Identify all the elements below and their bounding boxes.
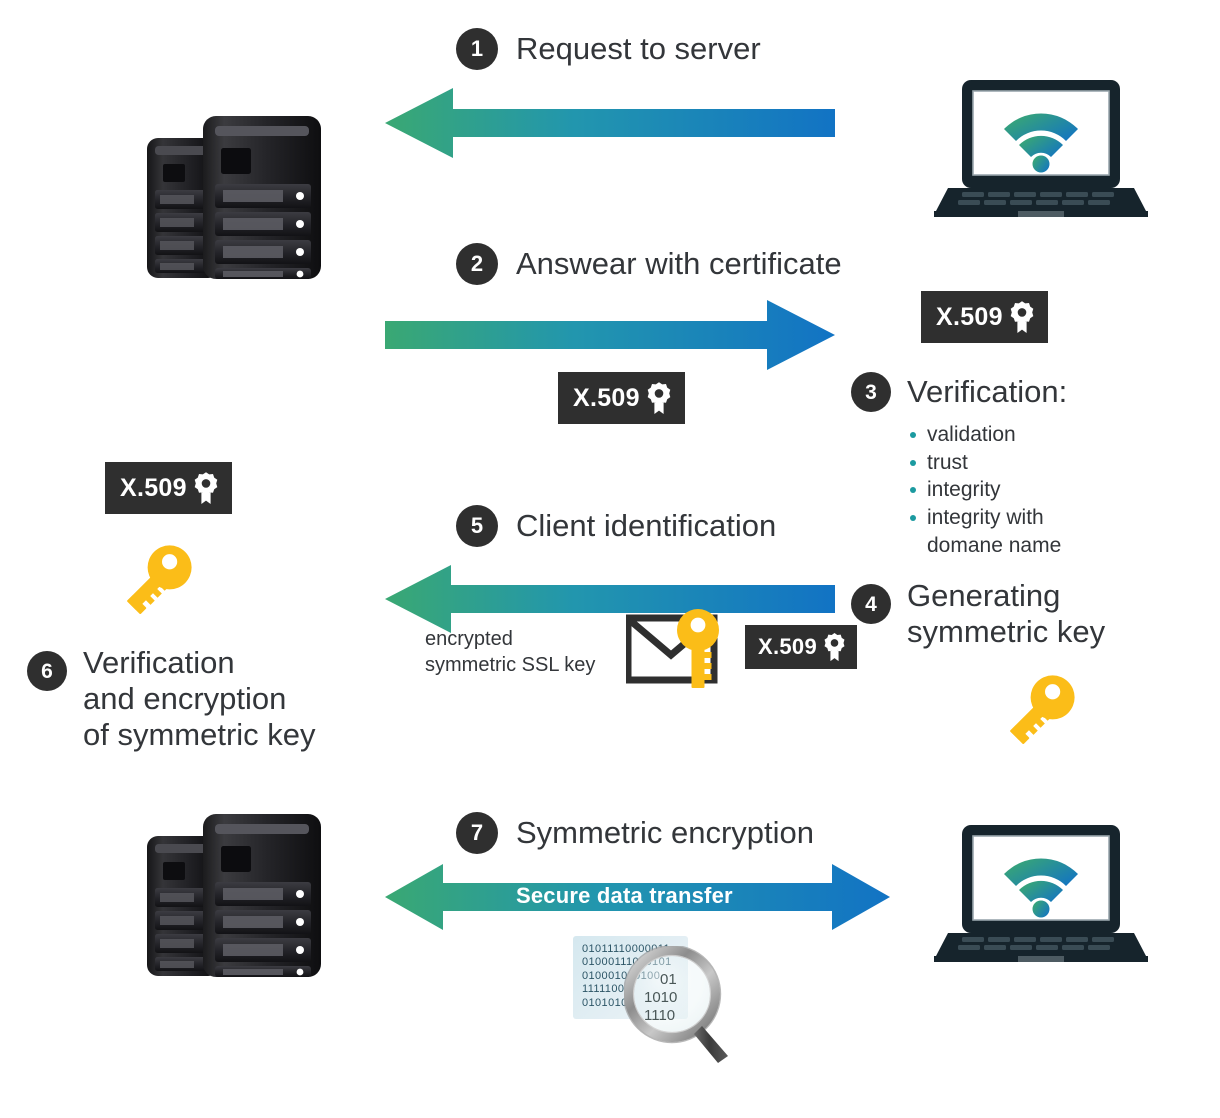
step-2-number: 2	[456, 243, 498, 285]
step-6-number: 6	[27, 651, 67, 691]
step-3-header: 3 Verification:	[851, 372, 1067, 412]
step-3-label: Verification:	[907, 374, 1068, 410]
svg-text:1110: 1110	[644, 1007, 675, 1024]
certificate-label: X.509	[573, 383, 640, 412]
certificate-label: X.509	[936, 302, 1003, 331]
secure-transfer-label: Secure data transfer	[516, 883, 733, 908]
certificate-badge-in-transit: X.509	[558, 372, 685, 424]
step-7-number: 7	[456, 812, 498, 854]
certificate-rosette-icon	[824, 633, 845, 662]
server-stack-bottom	[143, 808, 328, 988]
certificate-rosette-icon	[194, 472, 218, 504]
arrow-client-identification	[385, 565, 835, 633]
arrow-request-to-server	[385, 88, 835, 158]
arrow-answer-with-certificate	[385, 300, 835, 370]
ssl-handshake-diagram: 1 Request to server 2 Answear with certi…	[0, 0, 1220, 1118]
symmetric-key-icon-server	[112, 533, 207, 628]
step-1-header: 1 Request to server	[456, 28, 761, 70]
server-stack-top	[143, 110, 328, 290]
laptop-client-top	[932, 78, 1150, 223]
step-4-number: 4	[851, 584, 891, 624]
certificate-label: X.509	[120, 473, 187, 502]
step-4-label: Generating symmetric key	[907, 578, 1106, 649]
svg-text:1010: 1010	[644, 989, 677, 1006]
encrypted-envelope-icon	[624, 608, 736, 695]
step-6-header: 6 Verification and encryption of symmetr…	[27, 645, 316, 753]
certificate-rosette-icon	[647, 382, 671, 414]
svg-text:01: 01	[660, 971, 677, 988]
certificate-badge-received: X.509	[921, 291, 1048, 343]
encrypted-key-caption: encrypted symmetric SSL key	[425, 628, 596, 676]
step-1-number: 1	[456, 28, 498, 70]
verification-item: validation	[907, 421, 1107, 449]
magnifier-icon: 01 1010 1110	[622, 944, 736, 1069]
step-5-label: Client identification	[516, 508, 777, 544]
verification-item: integrity	[907, 476, 1107, 504]
step-5-header: 5 Client identification	[456, 505, 776, 547]
certificate-label: X.509	[758, 634, 817, 659]
symmetric-key-icon-client	[995, 663, 1090, 758]
step-7-header: 7 Symmetric encryption	[456, 812, 814, 854]
step-7-label: Symmetric encryption	[516, 815, 815, 851]
step-1-label: Request to server	[516, 31, 761, 67]
step-4-header: 4 Generating symmetric key	[851, 578, 1105, 650]
step-6-label: Verification and encryption of symmetric…	[83, 645, 316, 752]
verification-item: trust	[907, 449, 1107, 477]
step-3-number: 3	[851, 372, 891, 412]
verification-items-list: validation trust integrity integrity wit…	[907, 421, 1107, 560]
step-2-label: Answear with certificate	[516, 246, 842, 282]
certificate-badge-server-side: X.509	[105, 462, 232, 514]
laptop-client-bottom	[932, 823, 1150, 968]
certificate-badge-with-key: X.509	[745, 625, 857, 669]
verification-item: integrity with domane name	[907, 504, 1107, 559]
step-2-header: 2 Answear with certificate	[456, 243, 842, 285]
certificate-rosette-icon	[1010, 301, 1034, 333]
step-5-number: 5	[456, 505, 498, 547]
